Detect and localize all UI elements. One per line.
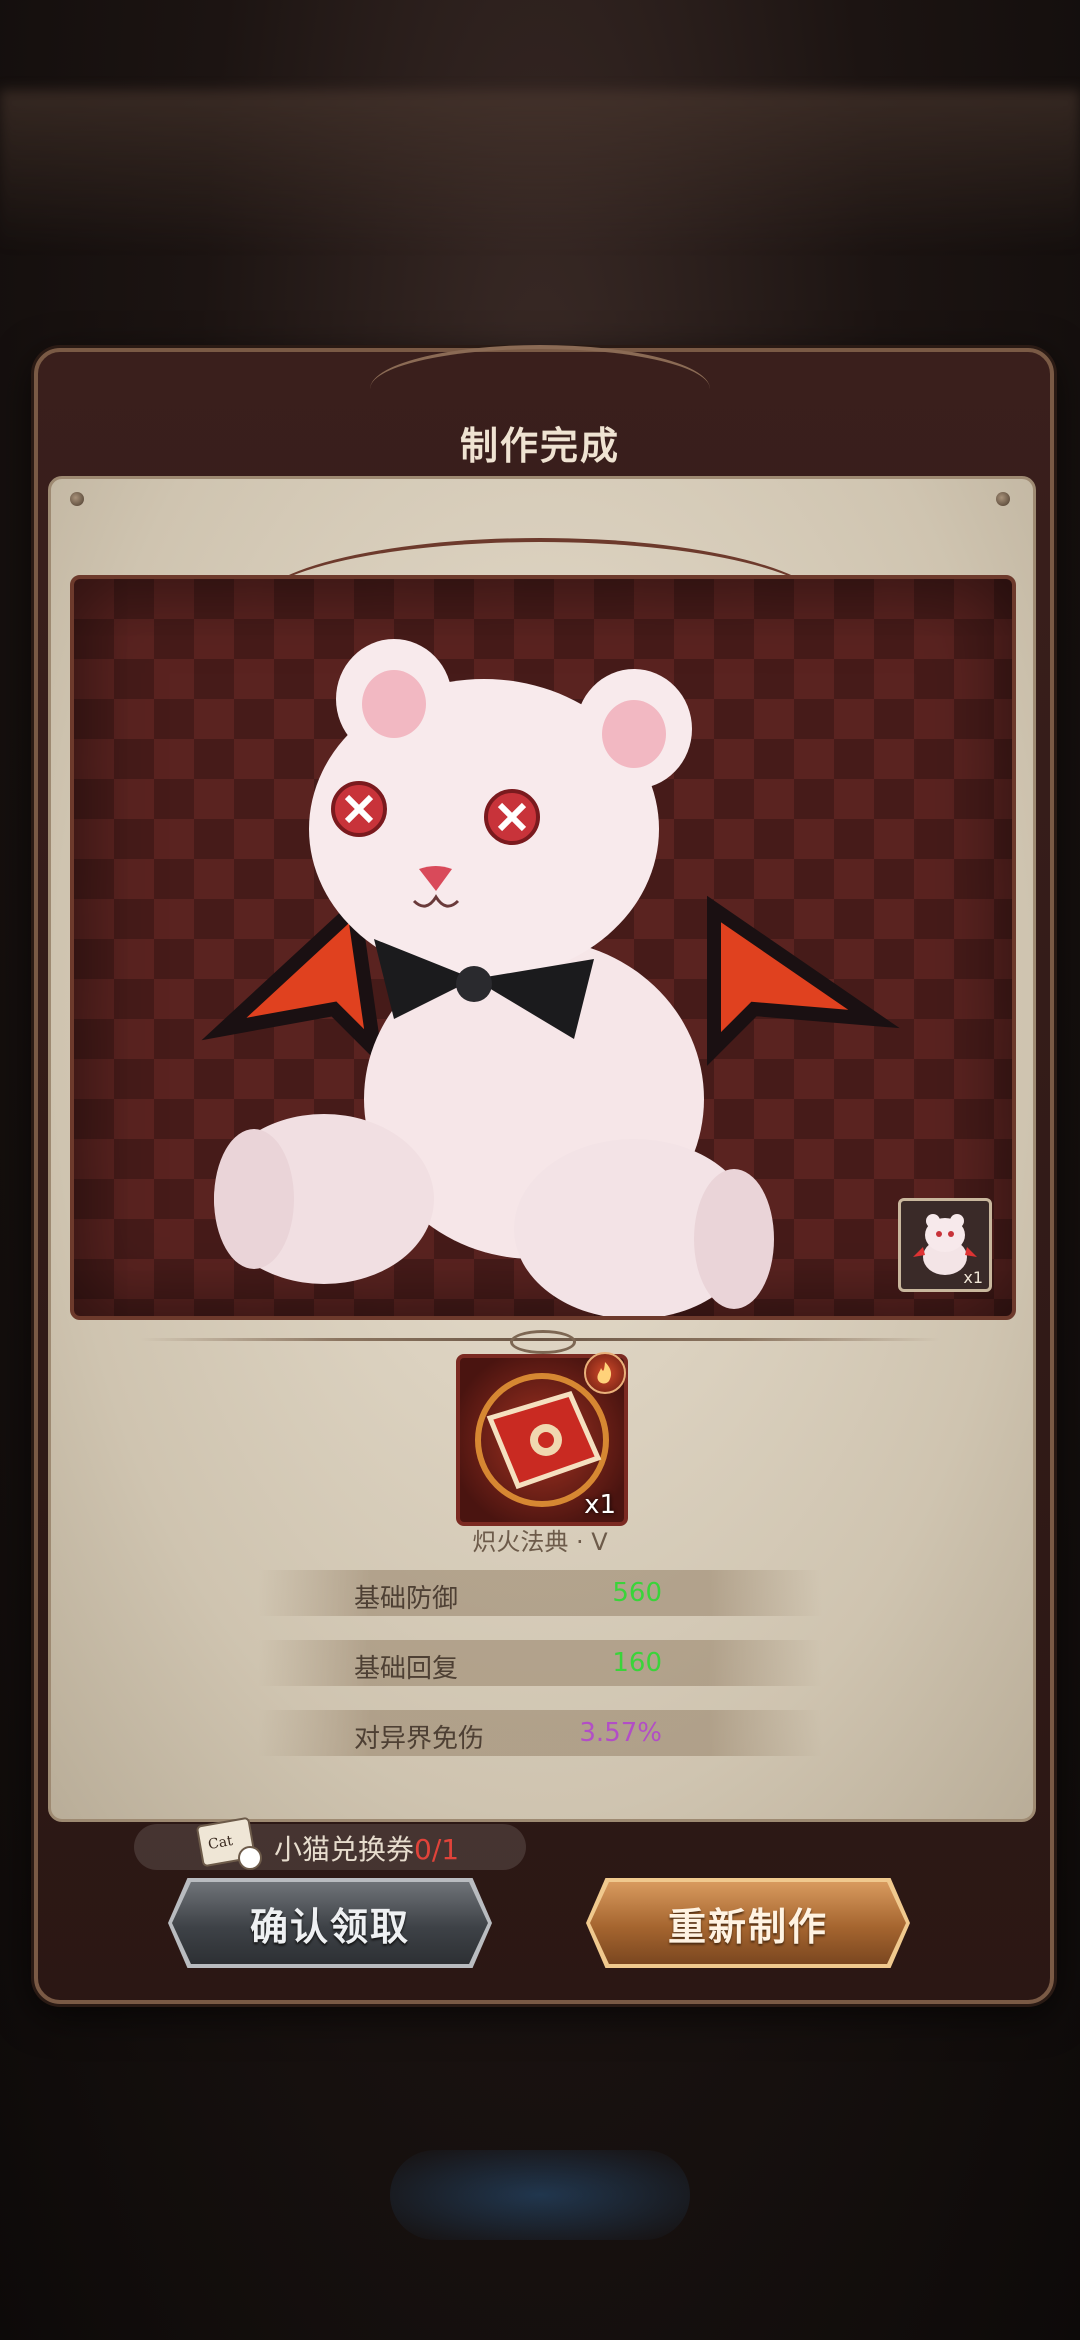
stat-label: 基础回复 xyxy=(354,1654,459,1684)
confirm-claim-button[interactable]: 确认领取 xyxy=(172,1882,488,1964)
voucher-label: 小猫兑换券0/1 xyxy=(274,1828,459,1868)
remake-button[interactable]: 重新制作 xyxy=(590,1882,906,1964)
voucher-name: 小猫兑换券 xyxy=(274,1833,415,1866)
stat-value: 560 xyxy=(612,1578,662,1608)
plush-bear-illustration xyxy=(201,639,900,1316)
divider-ornament xyxy=(510,1330,576,1354)
stat-row: 基础防御 560 xyxy=(258,1570,822,1616)
voucher-count: 0/1 xyxy=(414,1833,460,1866)
item-showcase xyxy=(70,575,1016,1320)
thumbnail-quantity: x1 xyxy=(963,1268,983,1287)
rivet-ornament xyxy=(70,492,84,506)
stat-label: 基础防御 xyxy=(354,1584,459,1614)
item-name: 炽火法典 · V xyxy=(472,1528,608,1556)
stat-value: 3.57% xyxy=(579,1718,662,1748)
stat-value: 160 xyxy=(612,1648,662,1678)
blurred-background-top xyxy=(0,90,1080,250)
stat-label: 对异界免伤 xyxy=(354,1724,485,1754)
flame-glyph xyxy=(597,1362,612,1384)
rivet-ornament xyxy=(996,492,1010,506)
stat-row: 对异界免伤 3.57% xyxy=(258,1710,822,1756)
stat-row: 基础回复 160 xyxy=(258,1640,822,1686)
item-quantity: x1 xyxy=(584,1490,616,1520)
fire-element-icon xyxy=(584,1352,626,1394)
cat-voucher-icon: Cat xyxy=(196,1817,262,1870)
dialog-title: 制作完成 xyxy=(459,424,620,468)
preview-thumbnail[interactable]: x1 xyxy=(898,1198,992,1292)
blurred-background-button xyxy=(390,2150,690,2240)
